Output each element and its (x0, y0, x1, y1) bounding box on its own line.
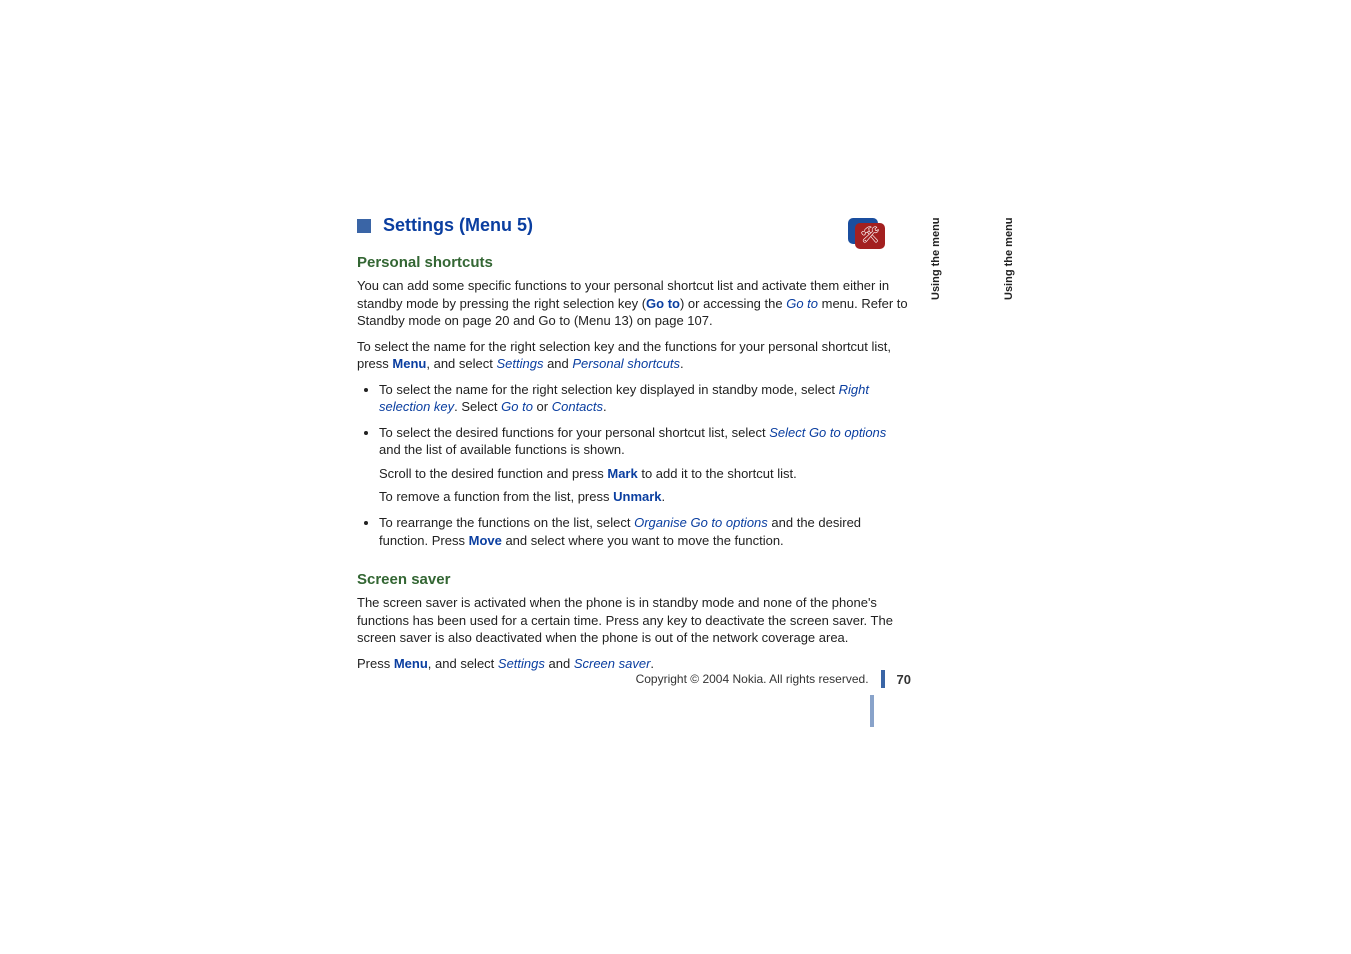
text: . (603, 399, 607, 414)
square-bullet-icon (357, 219, 371, 233)
list-item: To select the name for the right selecti… (379, 381, 911, 416)
subheading-screen-saver: Screen saver (357, 571, 911, 588)
paragraph: To select the name for the right selecti… (357, 338, 911, 373)
softkey-move: Move (469, 533, 502, 548)
menu-ref-screen-saver: Screen saver (574, 656, 651, 671)
menu-ref-personal-shortcuts: Personal shortcuts (572, 356, 680, 371)
text: To remove a function from the list, pres… (379, 489, 613, 504)
text: ) or accessing the (680, 296, 786, 311)
main-heading-row: Settings (Menu 5) (357, 215, 911, 236)
document-body: Settings (Menu 5) Personal shortcuts You… (357, 215, 911, 680)
softkey-mark: Mark (607, 466, 637, 481)
text: and (543, 356, 572, 371)
text: , and select (426, 356, 496, 371)
footer-mark-icon (870, 695, 874, 727)
paragraph: The screen saver is activated when the p… (357, 594, 911, 647)
text: . Select (454, 399, 501, 414)
menu-ref-organise-goto-options: Organise Go to options (634, 515, 768, 530)
text: To select the desired functions for your… (379, 425, 769, 440)
footer-divider (881, 670, 885, 688)
text: . (662, 489, 666, 504)
text: . (650, 656, 654, 671)
page-footer: Copyright © 2004 Nokia. All rights reser… (357, 670, 911, 688)
paragraph: You can add some specific functions to y… (357, 277, 911, 330)
text: Scroll to the desired function and press (379, 466, 607, 481)
copyright-text: Copyright © 2004 Nokia. All rights reser… (636, 672, 869, 686)
text: and the list of available functions is s… (379, 442, 625, 457)
softkey-goto: Go to (646, 296, 680, 311)
text: To select the name for the right selecti… (379, 382, 839, 397)
text: to add it to the shortcut list. (638, 466, 797, 481)
softkey-menu: Menu (392, 356, 426, 371)
softkey-unmark: Unmark (613, 489, 661, 504)
text: and select where you want to move the fu… (502, 533, 784, 548)
subheading-personal-shortcuts: Personal shortcuts (357, 254, 911, 271)
text: and (545, 656, 574, 671)
menu-ref-settings: Settings (496, 356, 543, 371)
sub-paragraph: To remove a function from the list, pres… (379, 488, 911, 506)
list-item: To rearrange the functions on the list, … (379, 514, 911, 549)
text: Press (357, 656, 394, 671)
side-section-label-duplicate: Using the menu (1003, 217, 1015, 300)
text: . (680, 356, 684, 371)
side-section-label: Using the menu (930, 217, 942, 300)
menu-ref-goto: Go to (786, 296, 818, 311)
main-heading: Settings (Menu 5) (383, 215, 533, 236)
sub-paragraph: Scroll to the desired function and press… (379, 465, 911, 483)
menu-ref-goto: Go to (501, 399, 533, 414)
bullet-list: To select the name for the right selecti… (357, 381, 911, 549)
menu-ref-contacts: Contacts (552, 399, 603, 414)
text: or (533, 399, 552, 414)
page-number: 70 (897, 672, 911, 687)
softkey-menu: Menu (394, 656, 428, 671)
menu-ref-select-goto-options: Select Go to options (769, 425, 886, 440)
menu-ref-settings: Settings (498, 656, 545, 671)
list-item: To select the desired functions for your… (379, 424, 911, 506)
text: , and select (428, 656, 498, 671)
text: To rearrange the functions on the list, … (379, 515, 634, 530)
